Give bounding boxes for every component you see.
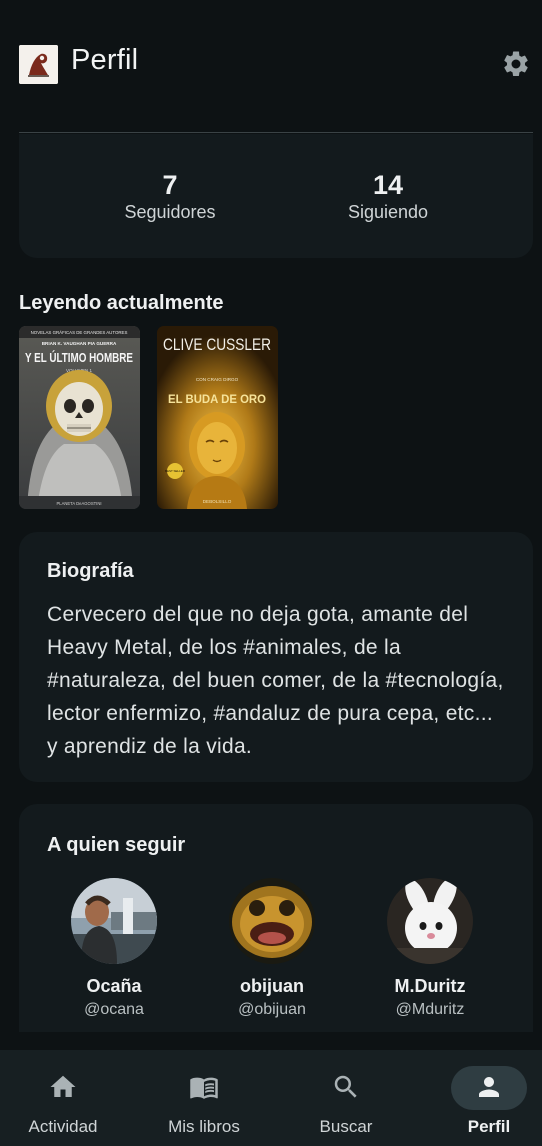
book2-badge: BEST SELLER — [165, 469, 186, 473]
nav-label: Buscar — [319, 1117, 373, 1136]
book1-title: Y EL ÚLTIMO HOMBRE — [25, 350, 133, 365]
book1-series: NOVELAS GRÁFICAS DE GRANDES AUTORES — [31, 330, 128, 335]
who-to-follow-title: A quien seguir — [47, 834, 186, 856]
followers-label: Seguidores — [124, 202, 216, 222]
nav-item-perfil[interactable]: Perfil — [424, 1050, 542, 1146]
header-divider — [19, 132, 533, 133]
app-logo — [19, 45, 58, 84]
following-label: Siguiendo — [347, 202, 429, 222]
book2-coauthor: CON CRAIG DIRGO — [196, 377, 239, 382]
suggested-user-name: obijuan — [240, 976, 304, 996]
book-cover-y-el-ultimo-hombre[interactable]: NOVELAS GRÁFICAS DE GRANDES AUTORES BRIA… — [19, 326, 140, 509]
following-count: 14 — [372, 170, 404, 200]
nav-item-buscar[interactable]: Buscar — [281, 1050, 411, 1146]
settings-gear-icon[interactable] — [501, 49, 531, 79]
avatar[interactable] — [229, 878, 315, 964]
nav-item-actividad[interactable]: Actividad — [0, 1050, 128, 1146]
nav-label: Mis libros — [168, 1117, 240, 1136]
suggested-user-handle: @obijuan — [238, 1001, 306, 1018]
suggested-user[interactable]: Ocaña @ocana — [39, 878, 189, 1019]
book-icon — [189, 1072, 219, 1102]
page-title: Perfil — [71, 44, 139, 76]
suggested-user-name: Ocaña — [86, 976, 142, 996]
suggested-user[interactable]: M.Duritz @Mduritz — [355, 878, 505, 1019]
nav-item-mis-libros[interactable]: Mis libros — [139, 1050, 269, 1146]
suggested-user[interactable]: obijuan @obijuan — [197, 878, 347, 1019]
book1-authors: BRIAN K. VAUGHAN PIA GUERRA — [42, 341, 117, 346]
followers-stat[interactable]: 7 Seguidores — [85, 170, 255, 223]
book2-publisher: DEBOLSILLO — [203, 499, 232, 504]
home-icon — [48, 1072, 78, 1102]
suggested-user-handle: @ocana — [84, 1001, 144, 1018]
suggested-user-name: M.Duritz — [394, 976, 466, 996]
biography-text: Cervecero del que no deja gota, amante d… — [47, 603, 504, 758]
followers-count: 7 — [162, 170, 178, 200]
nav-label: Perfil — [467, 1117, 511, 1136]
person-icon — [474, 1072, 504, 1102]
following-stat[interactable]: 14 Siguiendo — [303, 170, 473, 223]
top-app-bar: Perfil — [0, 0, 542, 130]
avatar[interactable] — [71, 878, 157, 964]
avatar[interactable] — [387, 878, 473, 964]
stats-card: 7 Seguidores 14 Siguiendo — [19, 134, 533, 258]
book2-title: EL BUDA DE ORO — [168, 392, 266, 406]
book-cover-el-buda-de-oro[interactable]: CLIVE CUSSLER CON CRAIG DIRGO EL BUDA DE… — [157, 326, 278, 509]
bottom-navigation: Actividad Mis libros Buscar Perfil — [0, 1050, 542, 1146]
who-to-follow-card: A quien seguir Ocaña @ocana obijuan @obi… — [19, 804, 533, 1032]
suggested-user-handle: @Mduritz — [395, 1001, 465, 1018]
biography-card: Biografía Cervecero del que no deja gota… — [19, 532, 533, 782]
search-icon — [331, 1072, 361, 1102]
biography-title: Biografía — [47, 560, 134, 582]
currently-reading-title: Leyendo actualmente — [19, 292, 224, 314]
book2-author: CLIVE CUSSLER — [163, 335, 271, 354]
nav-label: Actividad — [28, 1117, 98, 1136]
book1-publisher: PLANETA DeAGOSTINI — [56, 501, 101, 506]
